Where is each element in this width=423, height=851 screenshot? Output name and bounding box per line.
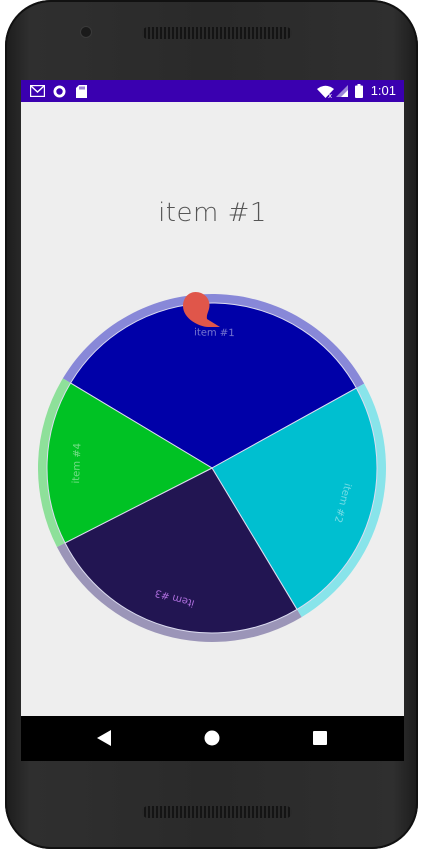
recents-icon <box>313 731 327 745</box>
wifi-icon: x <box>316 84 334 98</box>
status-bar: x 1:01 <box>21 80 404 102</box>
bottom-speaker <box>142 806 292 818</box>
back-button[interactable] <box>94 728 114 748</box>
screen: x 1:01 item #1 item #1 item #2 item #3 item… <box>21 80 404 761</box>
wheel-segment-label: item #1 <box>194 327 235 339</box>
wheel-segment-label: item #4 <box>71 443 83 484</box>
sync-icon <box>52 84 66 98</box>
selected-item-title: item #1 <box>158 198 267 228</box>
status-time: 1:01 <box>370 83 396 98</box>
gmail-icon <box>29 84 45 98</box>
prize-wheel[interactable]: item #1item #2item #3item #4 <box>38 292 386 644</box>
earpiece-speaker <box>142 27 292 39</box>
cell-signal-icon <box>336 84 348 98</box>
navigation-bar <box>21 716 404 761</box>
front-camera <box>81 27 91 37</box>
battery-icon <box>354 84 363 98</box>
home-icon <box>204 730 220 746</box>
home-button[interactable] <box>202 728 222 748</box>
back-icon <box>97 730 111 746</box>
sd-card-icon <box>75 84 87 98</box>
svg-text:x: x <box>328 92 332 98</box>
recents-button[interactable] <box>310 728 330 748</box>
